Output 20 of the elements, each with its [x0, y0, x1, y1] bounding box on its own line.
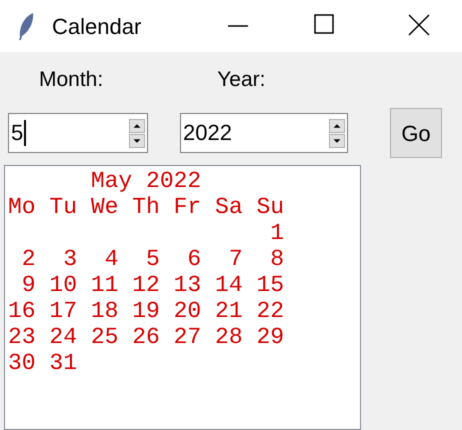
calendar-line: 30 31 — [8, 350, 78, 376]
go-button[interactable]: Go — [390, 108, 442, 158]
calendar-text-area[interactable]: May 2022 Mo Tu We Th Fr Sa Su 1 2 3 4 5 6 7 8 9 10 11 12 13 14 15 16 17 18 19 20 21 22 23 24 25 26 27 28 29 30 31 — [4, 165, 361, 430]
year-label: Year: — [217, 67, 266, 94]
field-value: 2022 — [182, 122, 232, 144]
month-label: Month: — [39, 67, 104, 94]
calendar-line: Mo Tu We Th Fr Sa Su — [8, 194, 284, 220]
calendar-line: 1 — [269, 220, 284, 246]
calendar-line: 16 17 18 19 20 21 22 — [8, 298, 284, 324]
close-icon[interactable] — [408, 14, 430, 36]
maximize-icon[interactable] — [314, 14, 334, 34]
spinbox-field[interactable]: 2022 — [180, 113, 348, 153]
calendar-line: 2 3 4 5 6 7 8 — [20, 246, 284, 272]
calendar-line: 23 24 25 26 27 28 29 — [8, 324, 284, 350]
feather-icon — [16, 11, 36, 41]
calendar-line: 9 10 11 12 13 14 15 — [20, 272, 284, 298]
calendar-line: May 2022 — [90, 168, 202, 194]
field-value: 5 — [9, 120, 26, 146]
spinbox-field[interactable]: 5 — [8, 113, 148, 153]
window-title: Calendar — [52, 12, 142, 40]
